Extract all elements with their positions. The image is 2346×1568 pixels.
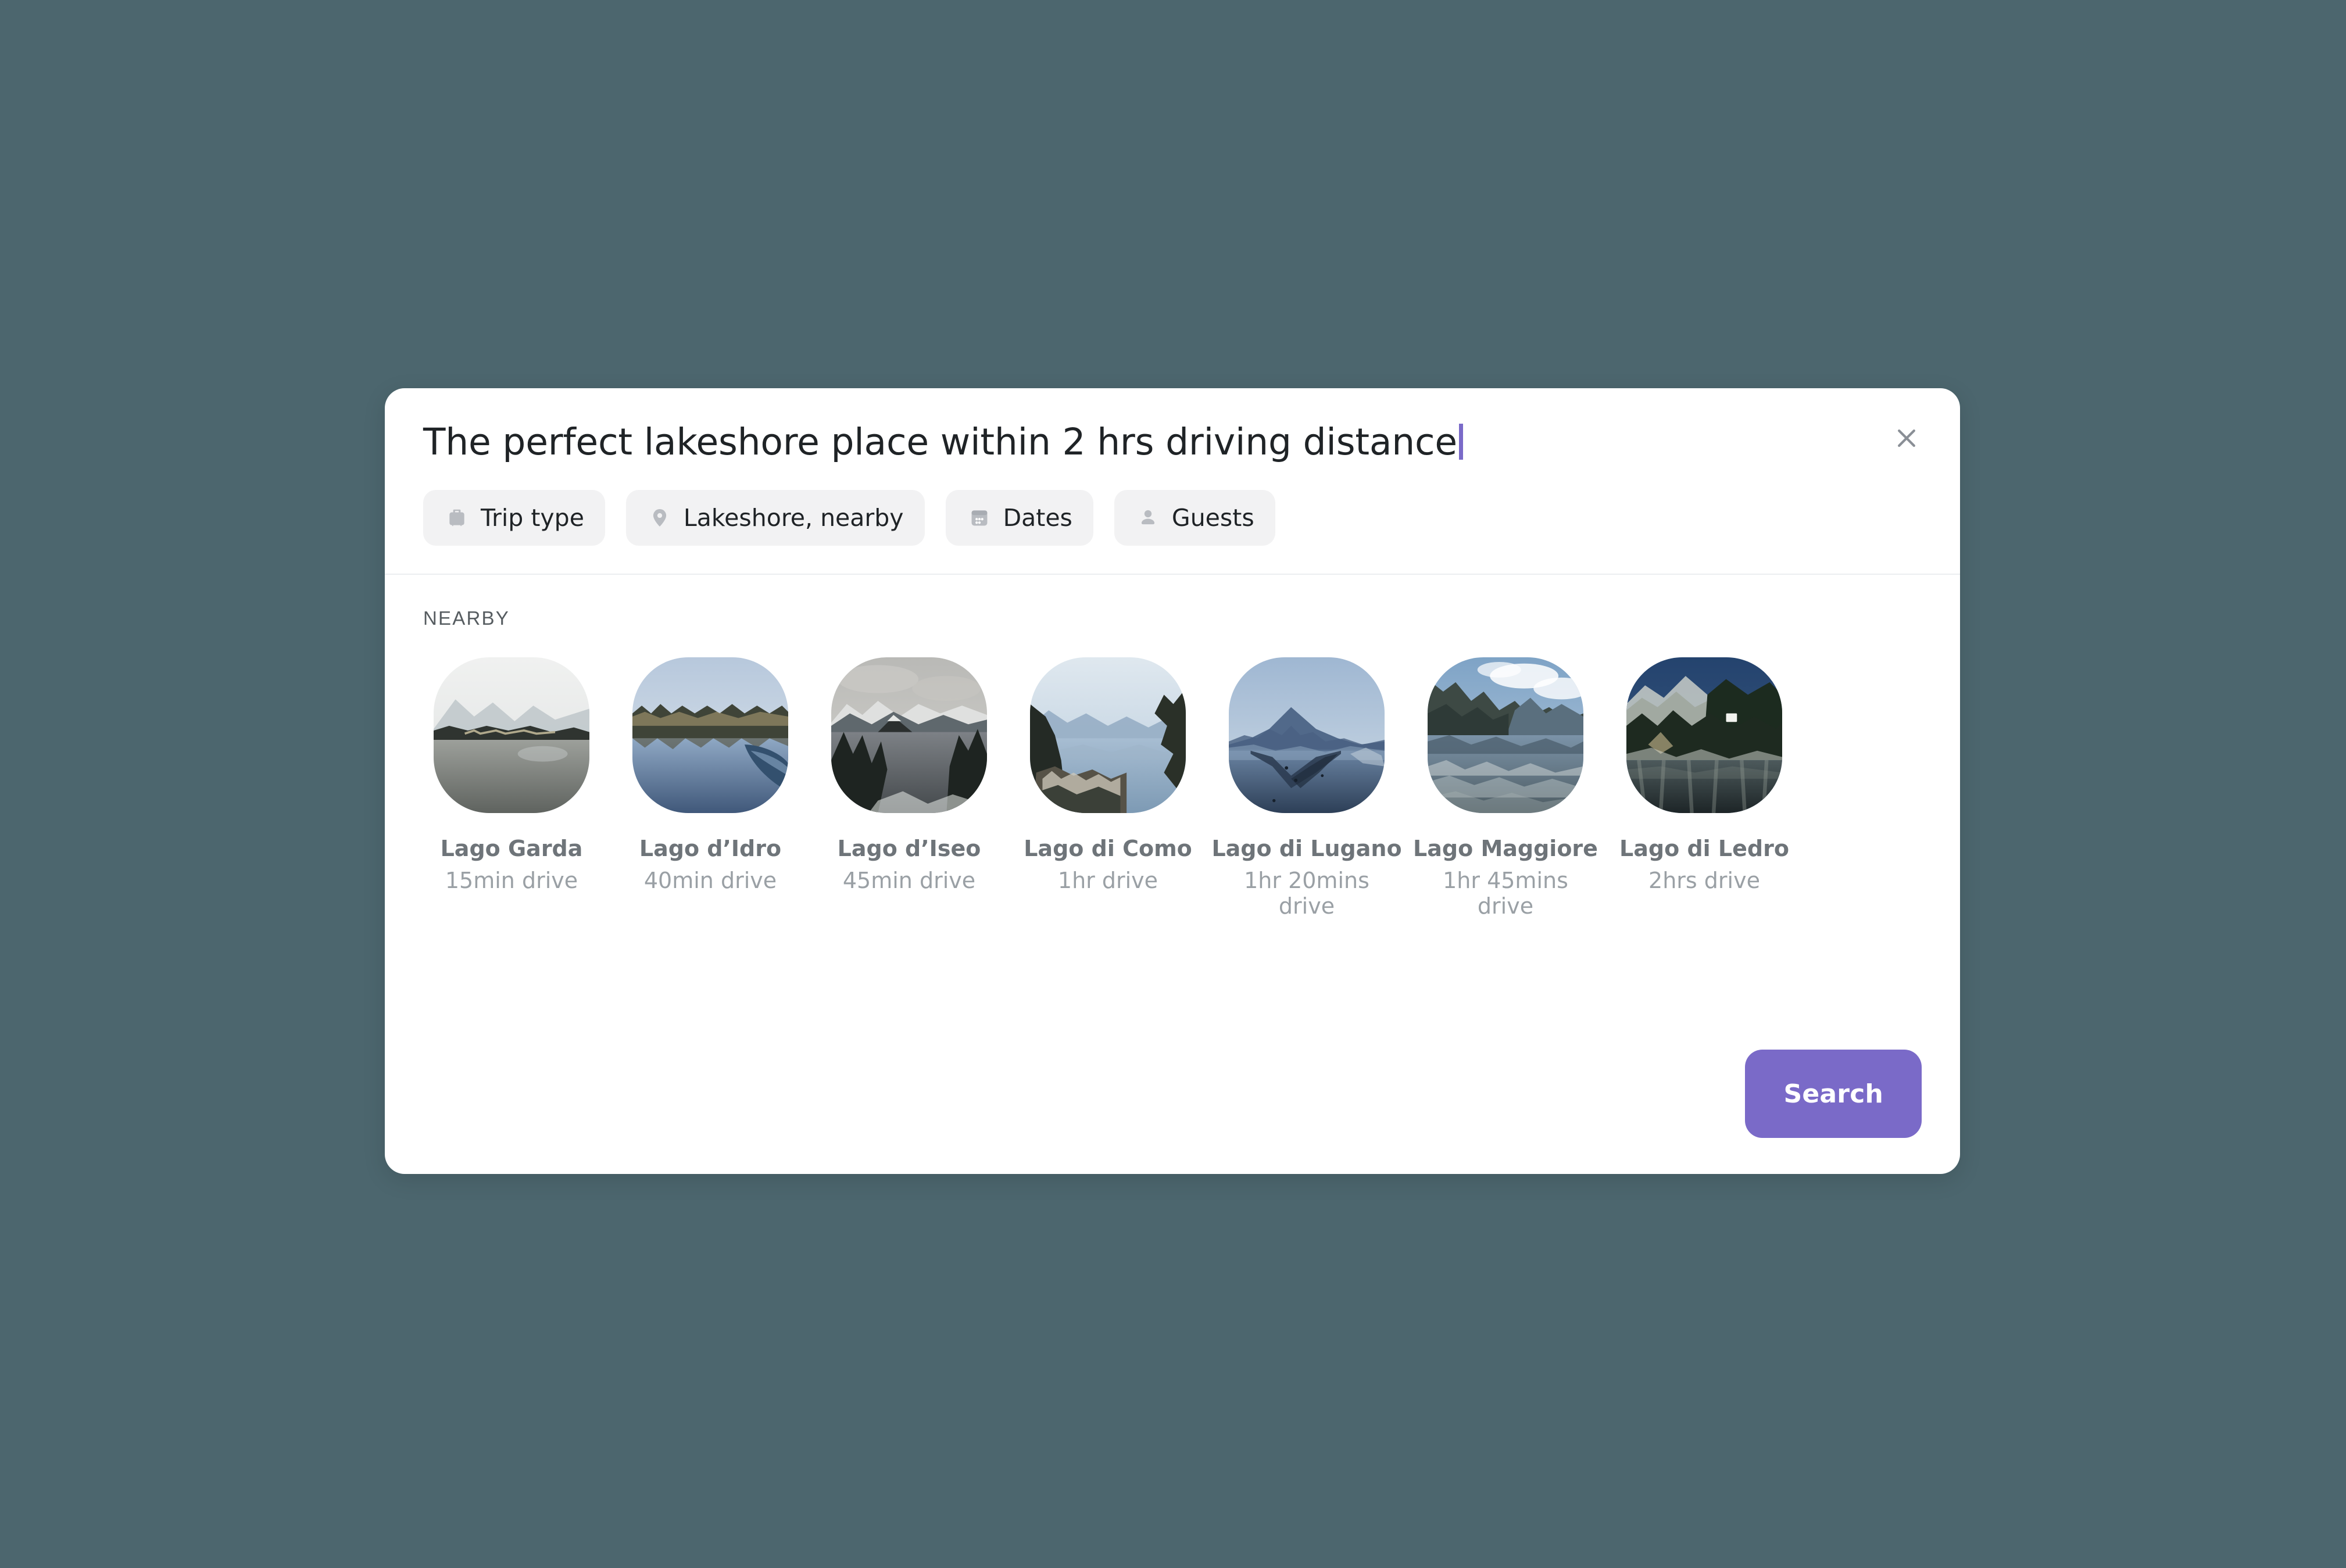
- place-drive-time: 1hr 20mins drive: [1244, 867, 1369, 919]
- chip-lakeshore-nearby[interactable]: Lakeshore, nearby: [625, 490, 925, 546]
- lake-garda-thumbnail: [434, 657, 589, 814]
- nearby-places-row: Lago Garda 15min drive Lago d’Idro 40min…: [423, 657, 1922, 919]
- chip-label: Guests: [1171, 503, 1254, 532]
- place-drive-time: 45min drive: [842, 867, 976, 893]
- nearby-section-label: NEARBY: [423, 607, 510, 629]
- place-card-lago-di-ledro[interactable]: Lago di Ledro 2hrs drive: [1616, 657, 1793, 919]
- search-button[interactable]: Search: [1745, 1050, 1922, 1138]
- chip-dates[interactable]: Dates: [945, 490, 1093, 546]
- place-name: Lago Maggiore: [1413, 836, 1598, 862]
- close-icon: [1894, 425, 1919, 451]
- suitcase-icon: [444, 505, 470, 531]
- lake-idro-thumbnail: [632, 657, 788, 814]
- text-cursor-caret: [1458, 424, 1463, 460]
- chip-label: Trip type: [481, 503, 584, 532]
- filter-chips-row: Trip type Lakeshore, nearby Dates Guests: [385, 462, 1960, 546]
- place-card-lago-maggiore[interactable]: Lago Maggiore 1hr 45mins drive: [1413, 657, 1598, 919]
- person-icon: [1135, 505, 1161, 531]
- close-button[interactable]: [1883, 415, 1930, 461]
- place-drive-time: 2hrs drive: [1648, 867, 1760, 893]
- place-card-lago-diseo[interactable]: Lago d’Iseo 45min drive: [821, 657, 997, 919]
- chip-guests[interactable]: Guests: [1114, 490, 1275, 546]
- search-modal: The perfect lakeshore place within 2 hrs…: [385, 388, 1960, 1174]
- lake-como-thumbnail: [1030, 657, 1186, 814]
- lake-lugano-thumbnail: [1229, 657, 1385, 814]
- place-card-lago-di-como[interactable]: Lago di Como 1hr drive: [1020, 657, 1196, 919]
- place-drive-time: 1hr drive: [1057, 867, 1158, 893]
- chip-label: Dates: [1003, 503, 1072, 532]
- chip-label: Lakeshore, nearby: [683, 503, 904, 532]
- place-drive-time: 40min drive: [643, 867, 777, 893]
- modal-footer: Search: [385, 1050, 1960, 1174]
- place-drive-time: 15min drive: [445, 867, 578, 893]
- lake-ledro-thumbnail: [1626, 657, 1782, 814]
- lake-iseo-thumbnail: [831, 657, 987, 814]
- place-name: Lago di Como: [1024, 836, 1192, 862]
- page-title: The perfect lakeshore place within 2 hrs…: [423, 421, 1457, 463]
- chip-trip-type[interactable]: Trip type: [423, 490, 605, 546]
- place-name: Lago Garda: [440, 836, 583, 862]
- title-with-caret[interactable]: The perfect lakeshore place within 2 hrs…: [423, 418, 1463, 462]
- modal-body: NEARBY Lago Garda 15min drive Lago d’Idr…: [385, 575, 1960, 1050]
- place-name: Lago d’Idro: [639, 836, 782, 862]
- place-card-lago-di-lugano[interactable]: Lago di Lugano 1hr 20mins drive: [1211, 657, 1402, 919]
- place-name: Lago di Lugano: [1211, 836, 1402, 862]
- place-card-lago-garda[interactable]: Lago Garda 15min drive: [423, 657, 600, 919]
- place-card-lago-didro[interactable]: Lago d’Idro 40min drive: [622, 657, 799, 919]
- location-pin-icon: [647, 505, 673, 531]
- lake-maggiore-thumbnail: [1428, 657, 1583, 814]
- modal-header: The perfect lakeshore place within 2 hrs…: [385, 388, 1960, 462]
- calendar-icon: [967, 505, 992, 531]
- place-name: Lago d’Iseo: [837, 836, 981, 862]
- place-drive-time: 1hr 45mins drive: [1443, 867, 1568, 919]
- place-name: Lago di Ledro: [1619, 836, 1789, 862]
